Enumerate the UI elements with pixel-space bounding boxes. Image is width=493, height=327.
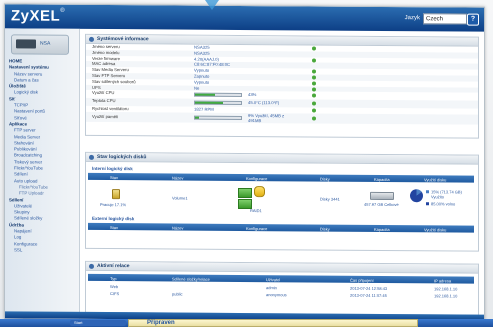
database-icon xyxy=(254,186,265,198)
status-ok-icon xyxy=(312,108,316,113)
panel-header: Stav logických disků xyxy=(86,152,478,165)
info-label: Využití CPU xyxy=(92,90,115,96)
info-label: Využití paměti xyxy=(92,114,119,120)
session-time: 2013-07-24 11:07:45 xyxy=(350,292,387,298)
system-info-table: Jméno serveru NSA325 Jméno modelu NSA325 Ver… xyxy=(86,44,478,125)
used-legend-swatch xyxy=(426,190,429,194)
raid-icon xyxy=(238,187,252,199)
active-sessions-panel: Aktivní relace Typ Sdílené složky/relace U… xyxy=(85,260,479,316)
memory-progress-bar xyxy=(194,115,242,121)
column-header: Typ xyxy=(110,275,117,281)
session-type: Web xyxy=(110,284,119,290)
session-type: CIFS xyxy=(110,291,120,297)
session-user: admin xyxy=(266,285,277,291)
system-info-panel: Systémové informace Jméno serveru NSA325 J… xyxy=(85,33,479,139)
column-header: Název xyxy=(172,224,184,231)
external-volume-title: Externí logický disk xyxy=(92,215,135,222)
nas-device-icon xyxy=(16,39,36,49)
help-icon[interactable]: ? xyxy=(467,13,479,26)
status-ok-icon xyxy=(312,93,316,98)
zyxel-logo: ZyXEL® xyxy=(11,7,66,25)
sidebar-nav: HOME Nastavení systému Název serveru Datum … xyxy=(7,58,77,254)
usage-used: 15% (713.74 GB) Využito xyxy=(431,189,462,200)
volume-name: Volume1 xyxy=(172,195,188,201)
column-header: Konfigurace xyxy=(246,175,268,181)
panel-icon xyxy=(89,154,94,160)
temp-progress-fill xyxy=(195,102,223,105)
volume-config: RAID1 xyxy=(250,208,262,214)
panel-header: Aktivní relace xyxy=(86,261,478,274)
volume-status-panel: Stav logických disků Interní logický dis… xyxy=(85,151,479,252)
volume-capacity: 457.97 GB Celkové xyxy=(364,201,399,208)
status-ok-icon xyxy=(312,101,316,106)
browser-frame: ZyXEL® Jazyk Czech ? NSA HOME Nastavení s… xyxy=(4,3,485,323)
status-ok-icon xyxy=(312,69,316,74)
language-select[interactable]: Czech xyxy=(423,13,467,25)
temp-value: 45.0°C (113.0°F) xyxy=(248,100,280,106)
column-header: Uživatel xyxy=(266,276,281,282)
status-ok-icon xyxy=(312,81,316,86)
panel-icon xyxy=(89,36,94,42)
column-header: Disky xyxy=(320,176,330,182)
panel-title: Aktivní relace xyxy=(97,262,130,270)
temp-progress-bar xyxy=(194,101,242,106)
column-header: Kapacita xyxy=(374,226,390,232)
column-header: Název xyxy=(172,174,184,181)
device-button[interactable]: NSA xyxy=(11,34,69,55)
cpu-value: 43% xyxy=(248,92,257,98)
hard-disk-icon xyxy=(370,191,394,201)
cpu-progress-bar xyxy=(194,93,242,98)
column-header: Využití disku xyxy=(424,176,447,182)
taskbar-window-label: Připraven xyxy=(147,320,175,326)
taskbar: Start Připraven xyxy=(0,319,493,327)
column-header: Stav xyxy=(110,174,119,180)
column-header: Disky xyxy=(320,226,330,232)
disk-usage-pie xyxy=(410,189,423,203)
memory-value: 9% Využití, 45MB z 491MB xyxy=(248,113,285,123)
volume-status: Pracuje 17.1% xyxy=(100,201,127,208)
column-header: IP adresa xyxy=(434,277,452,283)
column-header: Kapacita xyxy=(374,176,390,182)
column-header: Stav xyxy=(110,224,119,230)
language-label: Jazyk xyxy=(404,15,420,22)
external-volume-table-header: Stav Název Konfigurace Disky Kapacita Využití… xyxy=(88,222,474,233)
session-time: 2013-07-24 12:58:43 xyxy=(350,285,388,291)
sidebar: NSA HOME Nastavení systému Název serveru Da… xyxy=(5,28,80,319)
status-ok-icon xyxy=(312,75,316,80)
session-ip: 192.168.1.10 xyxy=(434,293,458,299)
start-button[interactable]: Start xyxy=(70,320,126,326)
usage-free: 85.00% volno xyxy=(431,201,456,207)
panel-title: Stav logických disků xyxy=(97,153,147,161)
panel-title: Systémové informace xyxy=(97,35,149,43)
pointer-arrow-icon xyxy=(205,0,219,10)
status-ok-icon xyxy=(312,87,316,92)
memory-progress-fill xyxy=(195,116,200,119)
free-legend-swatch xyxy=(426,202,429,206)
column-header: Čas připojení xyxy=(350,277,374,283)
top-bar: ZyXEL® Jazyk Czech ? xyxy=(5,4,484,32)
status-ok-icon xyxy=(312,58,316,63)
volume-status-icon xyxy=(112,189,120,200)
device-label: NSA xyxy=(40,40,51,47)
panel-icon xyxy=(89,263,94,269)
column-header: Sdílené složky/relace xyxy=(172,275,210,282)
info-label: Teplota CPU xyxy=(92,98,116,104)
session-share: public xyxy=(172,291,183,297)
column-header: Konfigurace xyxy=(246,225,268,231)
volume-row[interactable]: Pracuje 17.1% Volume1 RAID1 Disky 3441 4… xyxy=(88,181,474,216)
sessions-table-header: Typ Sdílené složky/relace Uživatel Čas přip… xyxy=(88,273,474,284)
sidebar-item[interactable]: SSL xyxy=(7,247,77,254)
internal-volume-title: Interní logický disk xyxy=(92,165,133,172)
main-content: Systémové informace Jméno serveru NSA325 J… xyxy=(85,33,481,322)
taskbar-window-button[interactable]: Připraven xyxy=(128,319,418,327)
status-ok-icon xyxy=(312,46,316,51)
status-ok-icon xyxy=(312,116,316,121)
session-ip: 192.168.1.10 xyxy=(434,286,458,292)
session-user: anonymous xyxy=(266,292,287,298)
column-header: Využití disku xyxy=(424,226,447,232)
cpu-progress-fill xyxy=(195,94,215,97)
volume-disks: Disky 3441 xyxy=(320,196,340,202)
memory-row: Využití paměti 9% Využití, 45MB z 491MB xyxy=(86,112,478,125)
